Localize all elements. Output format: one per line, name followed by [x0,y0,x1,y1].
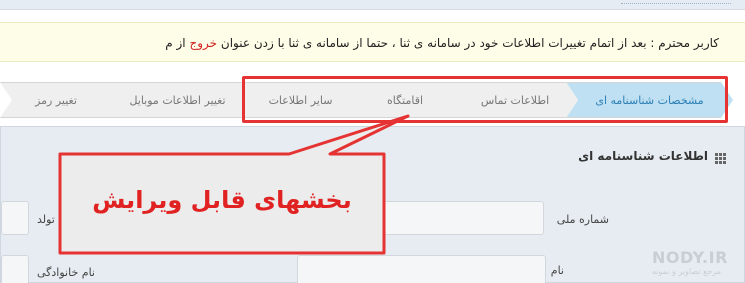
tab-label: تغییر اطلاعات موبایل [129,94,226,107]
callout-text: بخشهای قابل ویرایش [92,186,352,214]
editable-tabs-highlight [242,76,728,123]
exit-link[interactable]: خروج [189,36,217,50]
tab-label: تغییر رمز [35,94,77,107]
last-name-label: نام خانوادگی [37,266,95,279]
watermark: NODY.IR مرجع تصاویر و نمونه [652,248,728,276]
birth-label: تولد [37,213,55,226]
tab-mobile-info[interactable]: تغییر اطلاعات موبایل [100,82,255,118]
national-id-label: شماره ملی [556,213,609,226]
grid-icon [715,153,726,164]
notice-prefix: کاربر محترم : بعد از اتمام تغییرات اطلاع… [220,36,719,50]
watermark-main: NODY.IR [652,248,728,267]
notice-bar: کاربر محترم : بعد از اتمام تغییرات اطلاع… [0,22,745,62]
birth-field[interactable] [1,201,29,235]
notice-suffix: از م [165,36,186,50]
notice-text: کاربر محترم : بعد از اتمام تغییرات اطلاع… [165,23,719,61]
last-name-field[interactable] [1,255,29,283]
watermark-sub: مرجع تصاویر و نمونه [652,267,721,276]
panel-title: اطلاعات شناسنامه ای [578,149,708,163]
first-name-field[interactable] [297,255,546,283]
tab-change-password[interactable]: تغییر رمز [0,82,112,118]
first-name-label: نام [550,264,564,277]
top-bar-link[interactable] [621,0,731,4]
top-bar [0,0,745,10]
